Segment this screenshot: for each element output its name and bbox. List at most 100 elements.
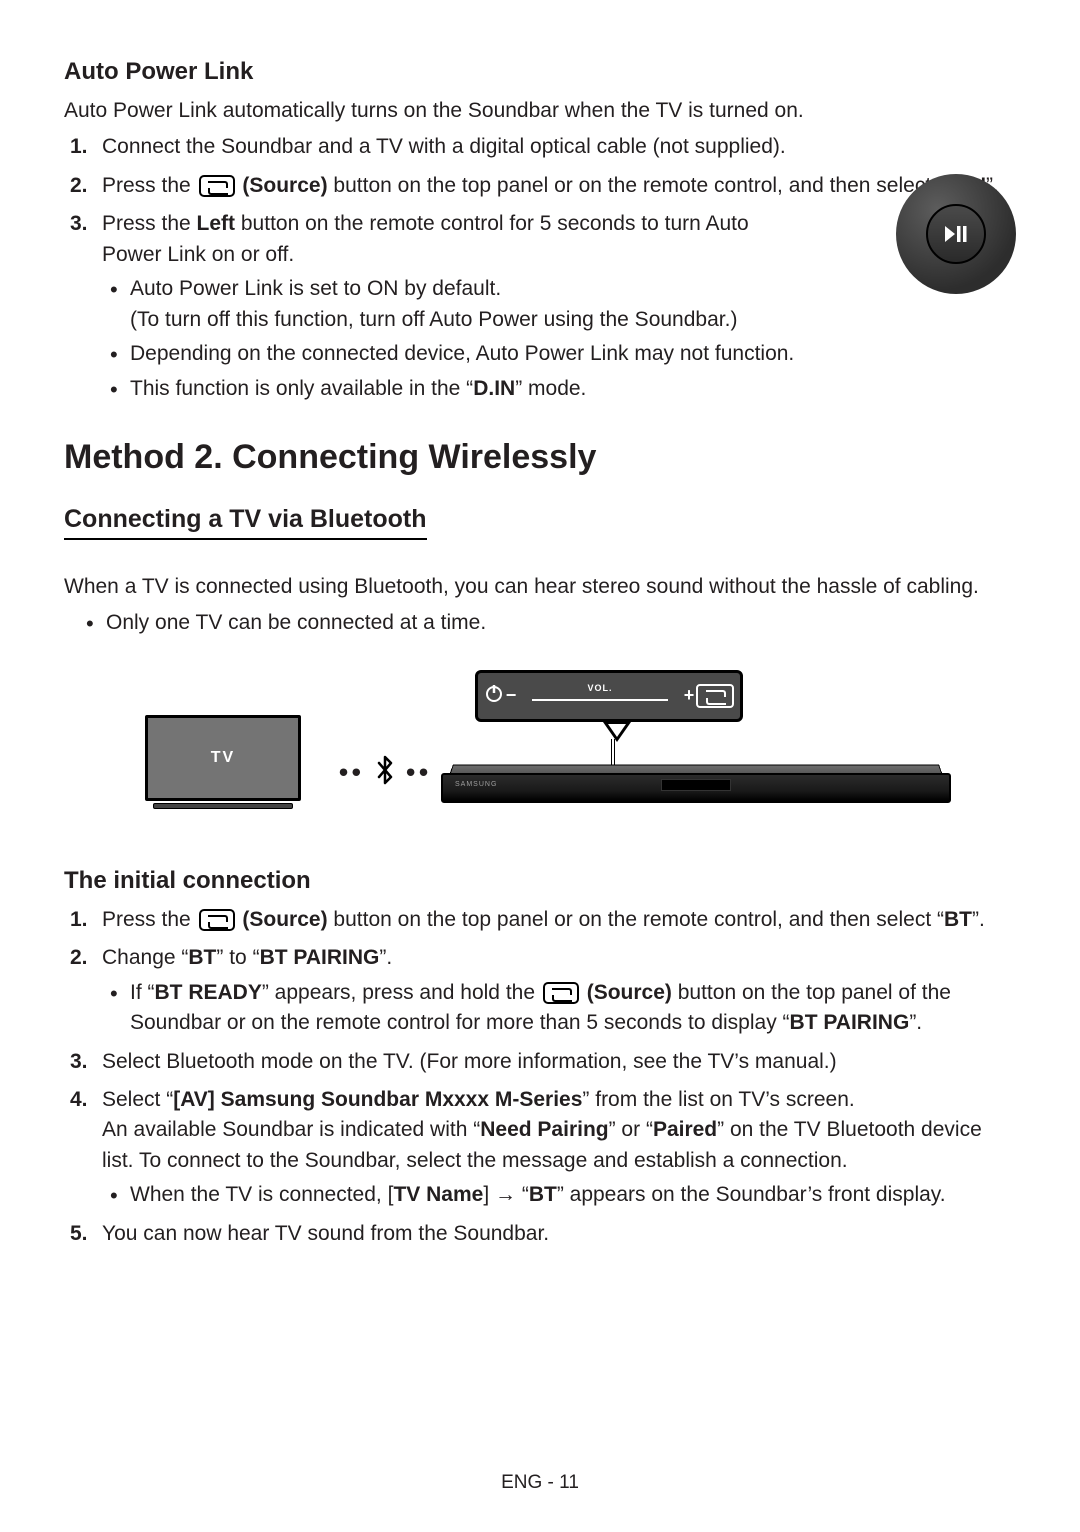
btready-label: BT READY [155,981,262,1004]
step-4-bullets: When the TV is connected, [TV Name] → “B… [102,1180,1016,1210]
dots: •• [406,756,432,787]
bullet-item: If “BT READY” appears, press and hold th… [130,978,1016,1039]
page-number: ENG - 11 [0,1472,1080,1494]
bluetooth-diagram: TV •• •• − VOL. + SAMSUNG [105,667,975,827]
step-2: 2. Change “BT” to “BT PAIRING”. If “BT R… [102,943,1016,1038]
step-text-part: Change “ [102,946,188,969]
bullet-text-part: If “ [130,981,155,1004]
step-number: 1. [70,905,88,935]
bullet-item: This function is only available in the “… [130,374,1016,404]
tv-label: TV [211,749,235,767]
source-icon [696,684,734,708]
btpairing-label: BT PAIRING [790,1011,910,1034]
bluetooth-notes: Only one TV can be connected at a time. [64,608,1016,638]
paired-label: Paired [653,1118,717,1141]
soundbar-display [661,779,731,791]
bullet-item: Auto Power Link is set to ON by default.… [130,274,1016,335]
step-number: 2. [70,943,88,973]
step-number: 5. [70,1219,88,1249]
soundbar-top-panel: − VOL. + [475,670,743,722]
btpairing-label: BT PAIRING [260,946,380,969]
bullet-item: When the TV is connected, [TV Name] → “B… [130,1180,1016,1210]
bt-label: BT [188,946,216,969]
auto-power-link-steps: 1. Connect the Soundbar and a TV with a … [64,132,1016,404]
step-3: 3. Press the Left button on the remote c… [102,209,1016,404]
step-text-part: button on the top panel or on the remote… [333,908,944,931]
bullet-text-part: This function is only available in the “ [130,377,473,400]
step-text-part: ” to “ [216,946,259,969]
bullet-text: (To turn off this function, turn off Aut… [130,308,737,331]
volume-bar: VOL. [526,689,674,703]
step-text-part: Press the [102,212,197,235]
source-label: (Source) [242,908,327,931]
step-text: Connect the Soundbar and a TV with a dig… [102,135,786,158]
source-label: (Source) [242,174,327,197]
play-pause-icon [945,226,967,242]
play-pause-dial-figure [896,174,1016,294]
initial-connection-heading: The initial connection [64,867,1016,895]
initial-connection-steps: 1. Press the (Source) button on the top … [64,905,1016,1249]
step-text-part: ”. [972,908,985,931]
step-3: 3. Select Bluetooth mode on the TV. (For… [102,1047,1016,1077]
tv-figure: TV [145,715,301,813]
step-5: 5. You can now hear TV sound from the So… [102,1219,1016,1249]
step-1: 1. Connect the Soundbar and a TV with a … [102,132,1016,162]
step-2: 2. Press the (Source) button on the top … [102,171,1016,201]
step-number: 2. [70,171,88,201]
source-icon [543,982,579,1004]
soundbar-figure: SAMSUNG [441,763,951,809]
bullet-text-part: ] → “ [483,1183,529,1206]
step-text-part: ” from the list on TV’s screen. [582,1088,854,1111]
source-icon [199,175,235,197]
step-text-part: ”. [379,946,392,969]
bullet-text-part: ” appears on the Soundbar’s front displa… [557,1183,946,1206]
step-text-part: Press the [102,174,197,197]
step-2-bullets: If “BT READY” appears, press and hold th… [102,978,1016,1039]
bt-label: BT [944,908,972,931]
bullet-item: Only one TV can be connected at a time. [106,608,1016,638]
method-2-heading: Method 2. Connecting Wirelessly [64,438,1016,477]
bullet-item: Depending on the connected device, Auto … [130,339,1016,369]
dots: •• [339,756,365,787]
bullet-text: Auto Power Link is set to ON by default. [130,277,501,300]
auto-power-link-intro: Auto Power Link automatically turns on t… [64,96,1016,126]
callout-arrow [603,722,631,742]
device-name: [AV] Samsung Soundbar Mxxxx M-Series [173,1088,582,1111]
source-icon [199,909,235,931]
bullet-text-part: When the TV is connected, [ [130,1183,393,1206]
step-4: 4. Select “[AV] Samsung Soundbar Mxxxx M… [102,1085,1016,1211]
step-1: 1. Press the (Source) button on the top … [102,905,1016,935]
bluetooth-indicator: •• •• [335,755,435,793]
bluetooth-icon [375,755,395,793]
source-label: (Source) [587,981,672,1004]
bluetooth-intro: When a TV is connected using Bluetooth, … [64,572,1016,602]
left-label: Left [197,212,236,235]
need-pairing-label: Need Pairing [480,1118,608,1141]
volume-minus: − [504,685,518,706]
soundbar-brand: SAMSUNG [455,781,497,788]
auto-power-link-heading: Auto Power Link [64,58,1016,86]
step-text-part: button on the top panel or on the remote… [333,174,944,197]
tv-stand [153,803,293,809]
volume-label: VOL. [526,683,674,693]
volume-track [532,699,668,701]
step-text: Select Bluetooth mode on the TV. (For mo… [102,1050,837,1073]
tv-screen: TV [145,715,301,801]
bullet-text-part: ” mode. [515,377,586,400]
din-label: D.IN [473,377,515,400]
step-text-part: An available Soundbar is indicated with … [102,1118,480,1141]
step-3-bullets: Auto Power Link is set to ON by default.… [102,274,1016,404]
step-number: 4. [70,1085,88,1115]
power-icon [484,683,504,708]
bullet-text-part: ”. [909,1011,922,1034]
step-text: You can now hear TV sound from the Sound… [102,1222,549,1245]
volume-plus: + [682,685,696,706]
step-text-part: Select “ [102,1088,173,1111]
step-number: 1. [70,132,88,162]
bullet-text-part: ” appears, press and hold the [262,981,541,1004]
bt-label: BT [529,1183,557,1206]
step-text-part: ” or “ [609,1118,653,1141]
dial-inner [926,204,986,264]
step-number: 3. [70,1047,88,1077]
step-text-part: Press the [102,908,197,931]
